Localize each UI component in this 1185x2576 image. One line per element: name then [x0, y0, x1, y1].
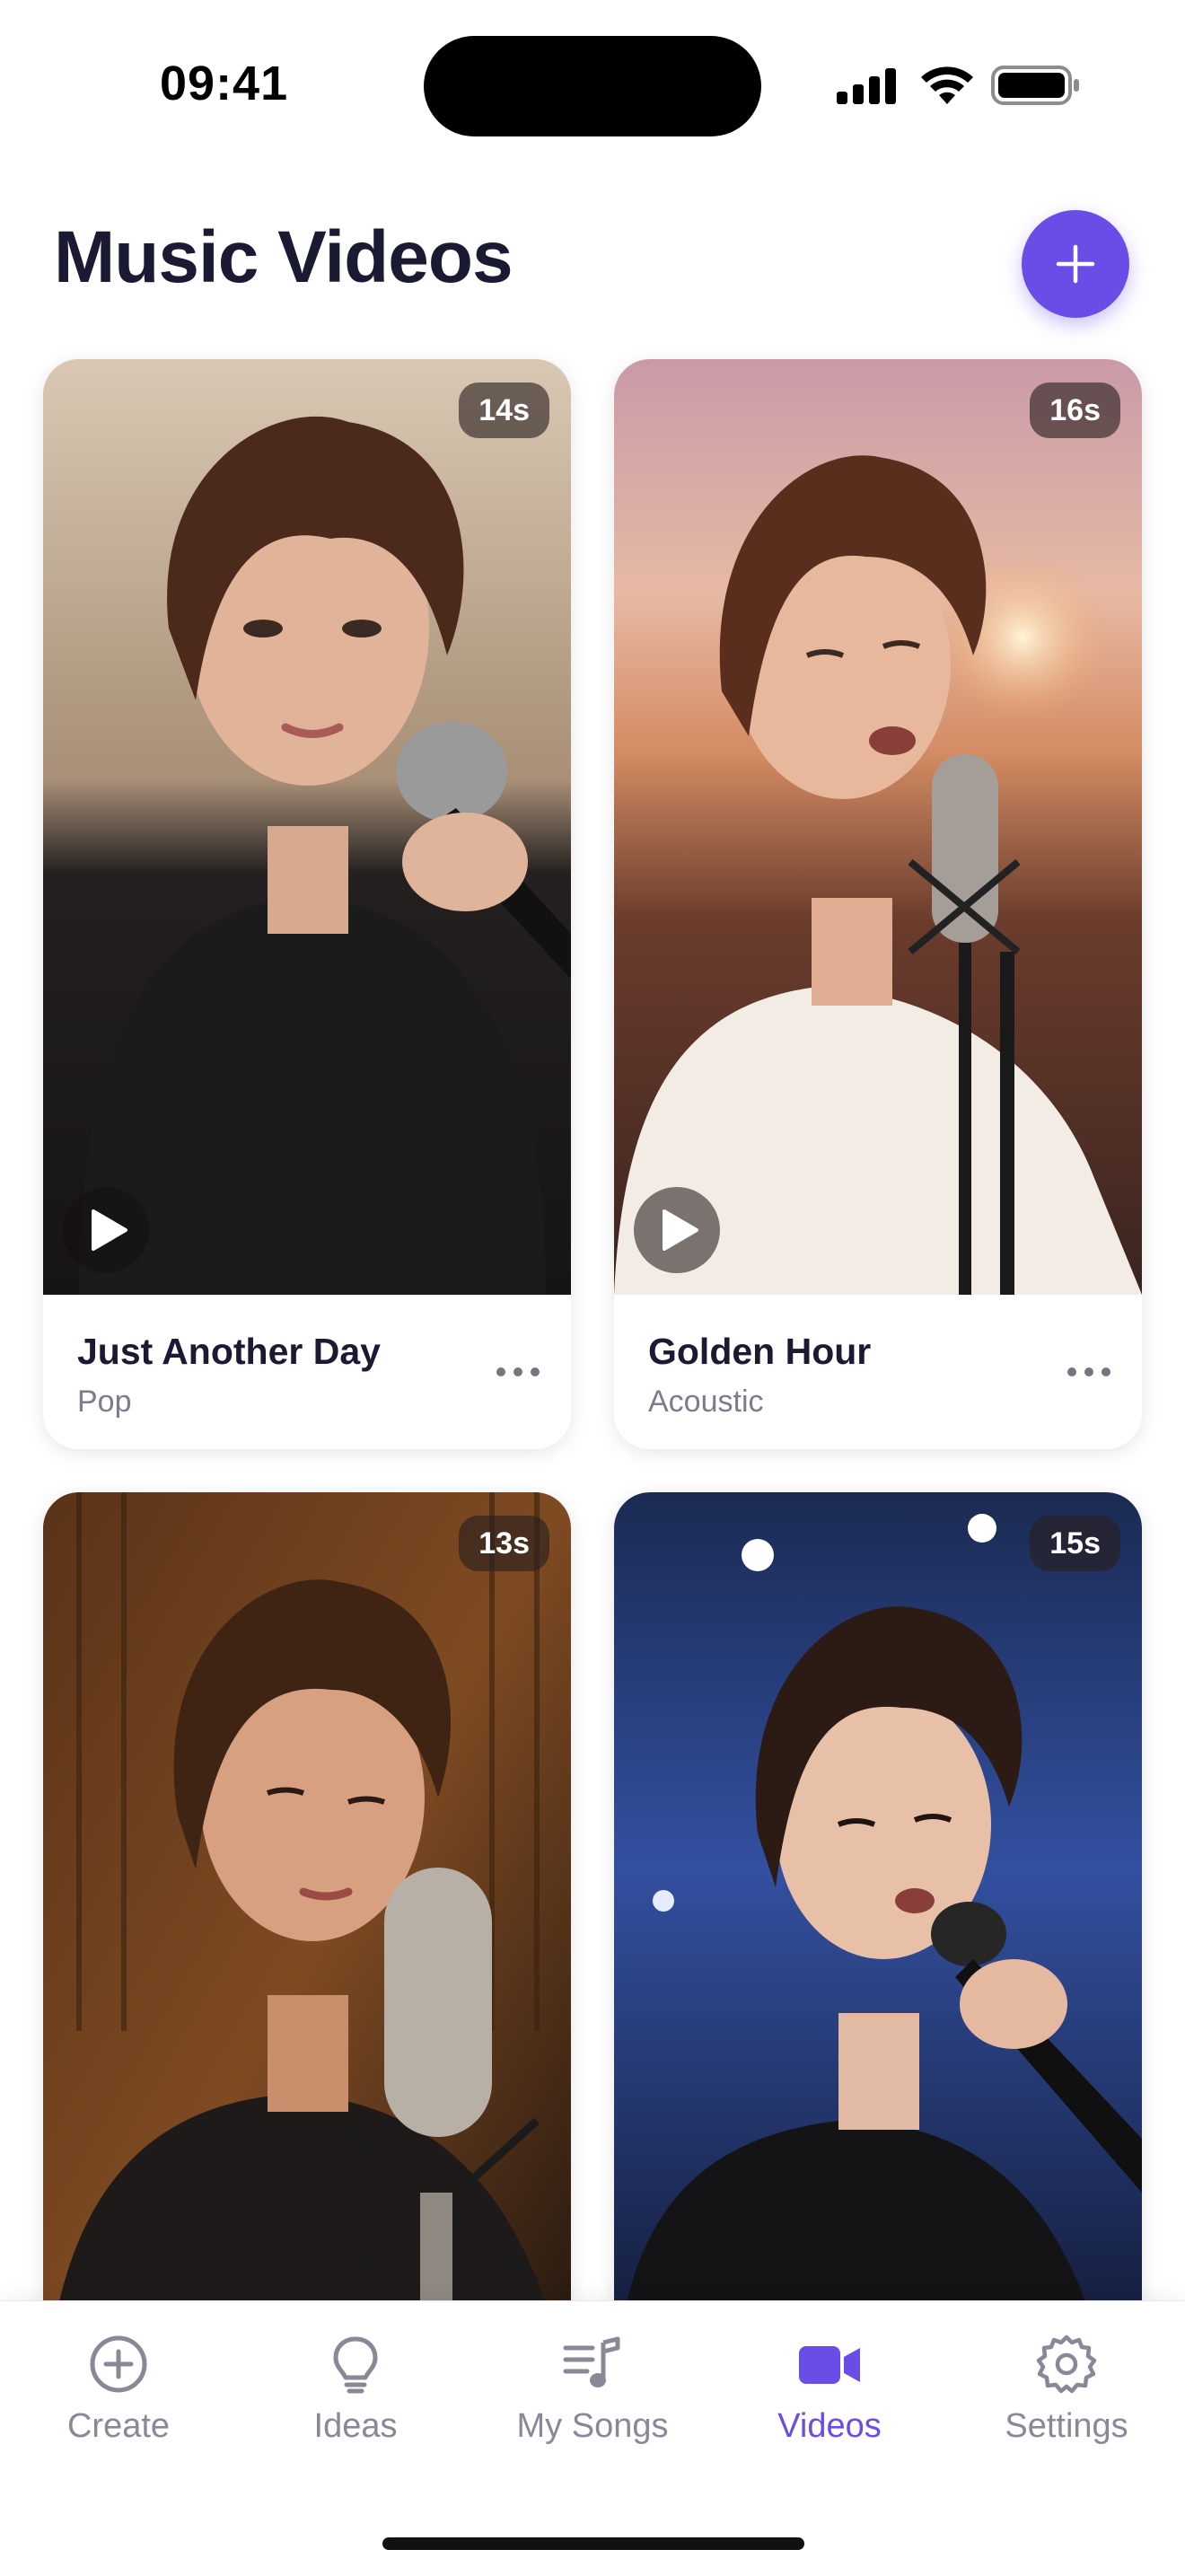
plus-icon — [1056, 244, 1095, 284]
add-video-button[interactable] — [1022, 210, 1129, 318]
tab-videos[interactable]: Videos — [711, 2334, 948, 2468]
status-bar: 09:41 — [0, 0, 1185, 171]
play-icon — [92, 1209, 127, 1251]
tab-label: Create — [66, 2407, 171, 2445]
music-list-icon — [563, 2336, 620, 2387]
dynamic-island — [424, 36, 761, 136]
video-thumbnail[interactable]: 16s — [614, 359, 1142, 1295]
duration-badge: 14s — [459, 382, 549, 438]
lightbulb-icon — [333, 2336, 378, 2394]
video-card[interactable]: 14s Just Another Day Pop — [43, 359, 571, 1449]
more-options-icon[interactable] — [1066, 1367, 1111, 1377]
gear-icon — [1036, 2334, 1097, 2394]
tab-label: Ideas — [313, 2407, 398, 2445]
duration-badge: 16s — [1030, 382, 1120, 438]
video-title: Golden Hour — [648, 1331, 872, 1372]
video-genre: Acoustic — [648, 1385, 764, 1419]
battery-icon — [991, 66, 1079, 105]
tab-ideas[interactable]: Ideas — [237, 2334, 474, 2468]
signal-icon — [837, 68, 896, 104]
video-camera-icon — [799, 2346, 860, 2384]
card-footer: Golden Hour Acoustic — [614, 1295, 1142, 1449]
more-options-icon[interactable] — [496, 1367, 540, 1377]
card-footer: Just Another Day Pop — [43, 1295, 571, 1449]
video-genre: Pop — [77, 1385, 132, 1419]
plus-circle-icon — [90, 2335, 147, 2393]
status-time: 09:41 — [160, 57, 289, 110]
singer-illustration — [614, 359, 1142, 1295]
singer-illustration — [43, 359, 571, 1295]
video-thumbnail[interactable]: 15s — [614, 1492, 1142, 2428]
tab-label: My Songs — [516, 2407, 669, 2445]
home-indicator — [382, 2537, 804, 2550]
tab-bar: Create Ideas My Songs Videos Settings — [0, 2300, 1185, 2576]
tab-my-songs[interactable]: My Songs — [474, 2334, 711, 2468]
tab-label: Settings — [1005, 2407, 1128, 2445]
video-title: Just Another Day — [77, 1331, 381, 1372]
singer-illustration — [614, 1492, 1142, 2428]
tab-create[interactable]: Create — [0, 2334, 237, 2468]
video-thumbnail[interactable]: 13s — [43, 1492, 571, 2428]
tab-label: Videos — [777, 2407, 882, 2445]
video-card[interactable]: 13s — [43, 1492, 571, 2428]
video-card[interactable]: 16s Golden Hour Acoustic — [614, 359, 1142, 1449]
singer-illustration — [43, 1492, 571, 2428]
tab-settings[interactable]: Settings — [948, 2334, 1185, 2468]
video-card[interactable]: 15s — [614, 1492, 1142, 2428]
play-button[interactable] — [63, 1187, 149, 1273]
duration-badge: 15s — [1030, 1516, 1120, 1571]
wifi-icon — [921, 66, 973, 104]
page-title: Music Videos — [54, 216, 514, 298]
duration-badge: 13s — [459, 1516, 549, 1571]
play-icon — [663, 1209, 698, 1251]
play-button[interactable] — [634, 1187, 720, 1273]
video-thumbnail[interactable]: 14s — [43, 359, 571, 1295]
